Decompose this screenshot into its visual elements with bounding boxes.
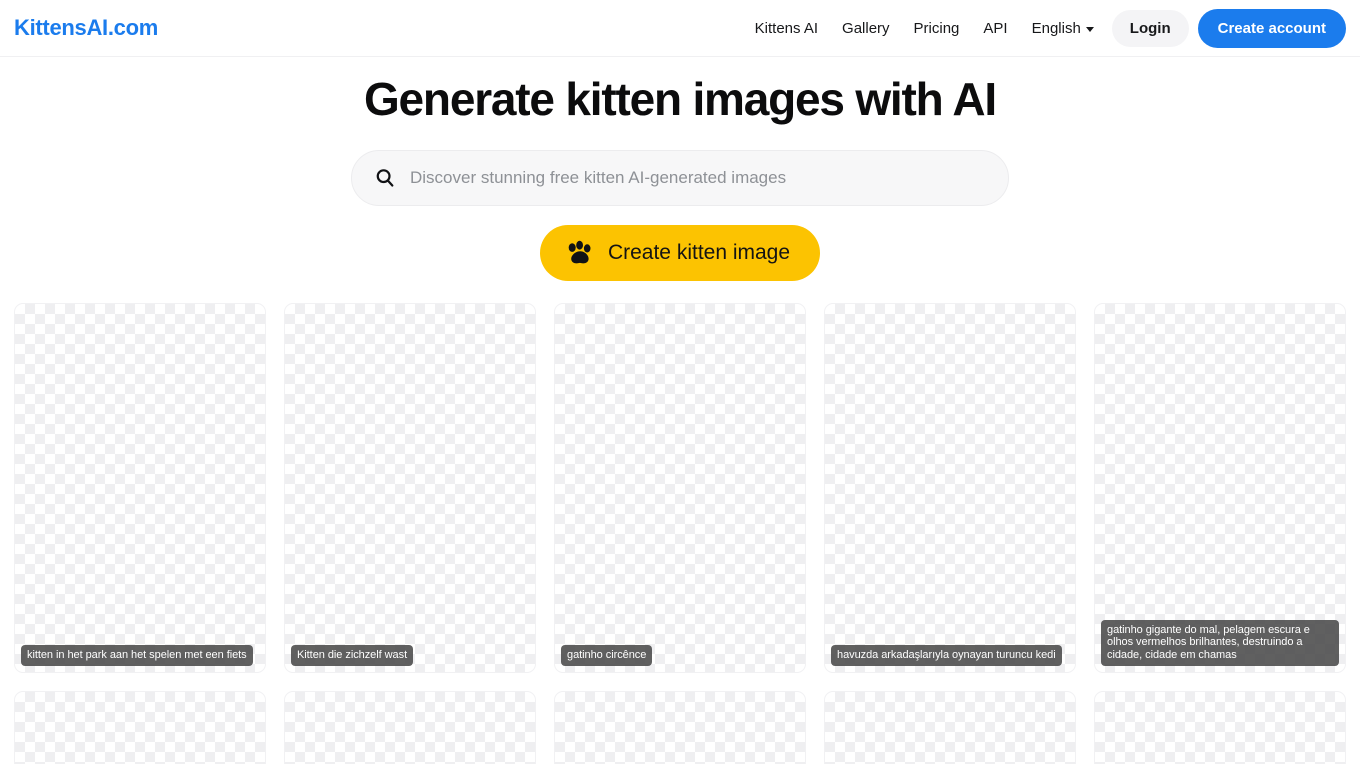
- gallery-card[interactable]: [1094, 691, 1346, 764]
- gallery-card-caption: gatinho circênce: [561, 644, 653, 667]
- chevron-down-icon: [1085, 26, 1094, 32]
- page-title: Generate kitten images with AI: [363, 73, 997, 125]
- gallery-card[interactable]: gatinho gigante do mal, pelagem escura e…: [1094, 303, 1346, 674]
- search-icon: [374, 167, 396, 189]
- paw-icon: [566, 240, 594, 266]
- create-kitten-image-button[interactable]: Create kitten image: [539, 225, 821, 282]
- site-header: KittensAI.com Kittens AI Gallery Pricing…: [0, 0, 1360, 57]
- nav-link-pricing[interactable]: Pricing: [902, 12, 972, 45]
- image-gallery: kitten in het park aan het spelen met ee…: [0, 303, 1360, 764]
- hero-section: Generate kitten images with AI Create ki…: [0, 57, 1360, 282]
- nav-link-api[interactable]: API: [971, 12, 1019, 45]
- gallery-card[interactable]: Kitten die zichzelf wast: [284, 303, 536, 674]
- nav-link-kittens-ai[interactable]: Kittens AI: [743, 12, 830, 45]
- gallery-card-caption: Kitten die zichzelf wast: [291, 644, 414, 667]
- gallery-card[interactable]: gatinho circênce: [554, 303, 806, 674]
- search-bar[interactable]: [351, 150, 1009, 207]
- create-kitten-image-label: Create kitten image: [607, 241, 791, 265]
- language-selector[interactable]: English: [1020, 12, 1104, 45]
- nav-link-gallery[interactable]: Gallery: [830, 12, 902, 45]
- gallery-card[interactable]: [824, 691, 1076, 764]
- main-navigation: Kittens AI Gallery Pricing API English L…: [743, 8, 1346, 48]
- cta-container: Create kitten image: [0, 225, 1360, 282]
- create-account-button[interactable]: Create account: [1197, 8, 1346, 48]
- login-button[interactable]: Login: [1111, 9, 1189, 47]
- gallery-card[interactable]: [554, 691, 806, 764]
- gallery-card-caption: havuzda arkadaşlarıyla oynayan turuncu k…: [831, 644, 1062, 667]
- search-input[interactable]: [410, 168, 986, 189]
- gallery-card-caption: gatinho gigante do mal, pelagem escura e…: [1101, 620, 1339, 667]
- language-selector-label: English: [1031, 19, 1081, 37]
- gallery-card[interactable]: [284, 691, 536, 764]
- gallery-card[interactable]: [14, 691, 266, 764]
- gallery-card[interactable]: havuzda arkadaşlarıyla oynayan turuncu k…: [824, 303, 1076, 674]
- brand-logo[interactable]: KittensAI.com: [14, 15, 158, 41]
- gallery-card-caption: kitten in het park aan het spelen met ee…: [21, 644, 253, 667]
- gallery-card[interactable]: kitten in het park aan het spelen met ee…: [14, 303, 266, 674]
